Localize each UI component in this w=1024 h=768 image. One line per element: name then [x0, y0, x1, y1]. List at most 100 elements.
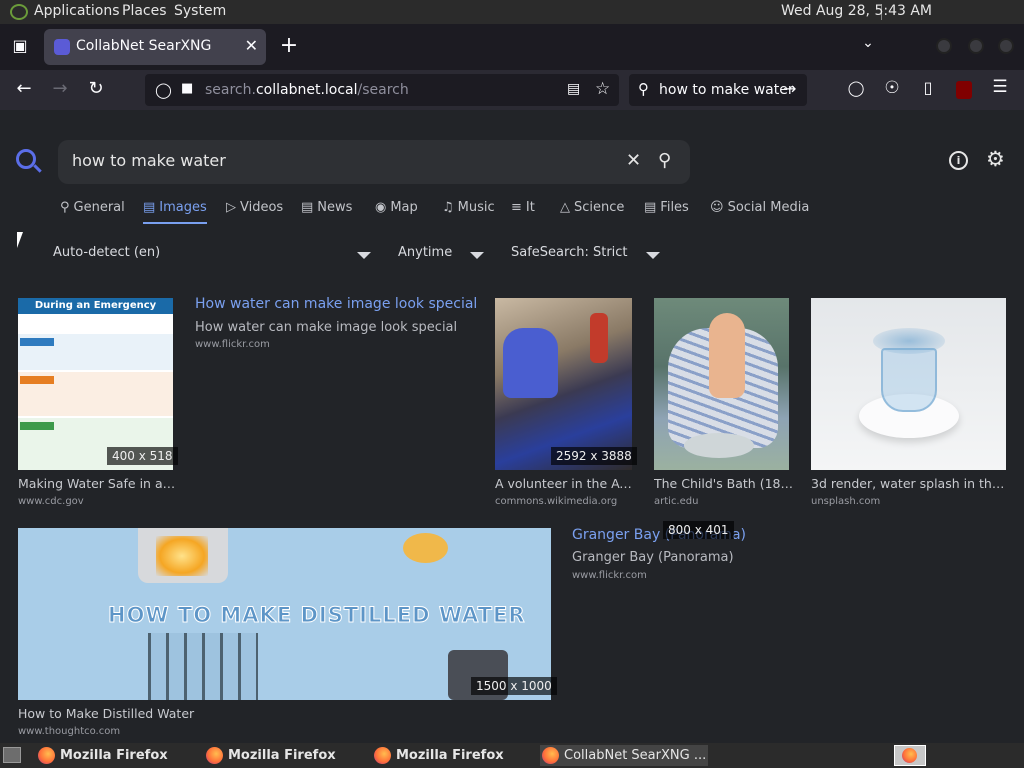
forward-arrow-icon[interactable]: →	[48, 78, 72, 99]
result-thumbnail-cdc[interactable]: During an Emergency	[18, 298, 173, 470]
browser-search-text[interactable]: how to make water	[659, 82, 794, 98]
firefox-icon	[374, 747, 391, 764]
pocket-icon[interactable]: ◯	[844, 79, 868, 97]
taskbar-item-firefox-3[interactable]: Mozilla Firefox	[372, 745, 536, 766]
image-dimensions: 1500 x 1000	[471, 677, 557, 695]
thumb-label-disinfect	[20, 376, 54, 384]
news-icon: ▤	[301, 200, 314, 215]
play-icon: ▷	[226, 200, 236, 215]
lock-icon[interactable]: ■	[181, 81, 193, 96]
ublock-icon[interactable]	[956, 81, 972, 99]
settings-gear-icon[interactable]: ⚙	[986, 147, 1005, 171]
close-tab-icon[interactable]: ✕	[245, 36, 258, 55]
thumb-flame	[156, 536, 208, 576]
tab-overview-icon[interactable]: ▣	[8, 36, 32, 55]
reload-icon[interactable]: ↻	[84, 78, 108, 99]
menu-system[interactable]: System	[174, 3, 226, 19]
tab-science[interactable]: △ Science	[560, 200, 624, 215]
result-thumbnail-childs-bath[interactable]	[654, 298, 789, 470]
safesearch-select[interactable]: SafeSearch: Strict	[511, 245, 628, 260]
result-url: www.flickr.com	[572, 570, 647, 581]
result-title[interactable]: How to Make Distilled Water	[18, 706, 258, 721]
thumb-figure-shirt	[503, 328, 558, 398]
map-pin-icon: ◉	[375, 200, 387, 215]
taskbar-item-firefox-2[interactable]: Mozilla Firefox	[204, 745, 368, 766]
active-tab-underline	[143, 222, 207, 224]
show-desktop-icon[interactable]	[3, 747, 21, 763]
result-title[interactable]: Making Water Safe in an …	[18, 476, 178, 491]
result-title[interactable]: The Child's Bath (18…	[654, 476, 794, 491]
tab-news[interactable]: ▤ News	[301, 200, 352, 215]
cube-icon: △	[560, 200, 570, 215]
thumb-splash	[873, 328, 945, 354]
menu-places[interactable]: Places	[122, 3, 167, 19]
image-dimensions: 400 x 518	[107, 447, 178, 465]
info-icon[interactable]: i	[949, 151, 968, 170]
mouse-cursor-icon	[17, 232, 23, 248]
extensions-icon[interactable]: ▯	[916, 78, 940, 97]
tab-videos[interactable]: ▷ Videos	[226, 200, 283, 215]
tab-strip: ▣ CollabNet SearXNG ✕ + ⌄	[0, 24, 1024, 70]
menu-applications[interactable]: Applications	[34, 3, 120, 19]
language-dropdown-caret-icon[interactable]	[357, 252, 371, 259]
result-description: How water can make image look special	[195, 320, 458, 335]
tab-map[interactable]: ◉ Map	[375, 200, 418, 215]
close-window-icon[interactable]	[998, 38, 1014, 54]
url-text[interactable]: search.collabnet.local/search	[205, 82, 409, 98]
shield-icon[interactable]: ◯	[155, 81, 172, 99]
result-title[interactable]: A volunteer in the Aw…	[495, 476, 635, 491]
result-link-title[interactable]: How water can make image look special	[195, 296, 477, 312]
query-input[interactable]: how to make water	[72, 151, 226, 170]
layers-icon: ≡	[511, 200, 522, 215]
tab-general[interactable]: ⚲ General	[60, 200, 125, 215]
thumb-campfire	[403, 533, 448, 563]
result-url: artic.edu	[654, 496, 699, 507]
query-input-box[interactable]: how to make water ✕ ⚲	[58, 140, 690, 184]
result-thumbnail-volunteer[interactable]	[495, 298, 632, 470]
result-thumbnail-distilled-water[interactable]: HOW TO MAKE DISTILLED WATER	[18, 528, 551, 700]
result-thumbnail-water-splash[interactable]	[811, 298, 1006, 470]
minimize-window-icon[interactable]	[936, 38, 952, 54]
clear-query-icon[interactable]: ✕	[626, 150, 641, 171]
time-range-select[interactable]: Anytime	[398, 245, 452, 260]
tab-music[interactable]: ♫ Music	[442, 200, 495, 215]
result-url: www.cdc.gov	[18, 496, 84, 507]
account-icon[interactable]: ☉	[880, 78, 904, 98]
search-submit-icon[interactable]: ⚲	[658, 150, 671, 171]
searxng-favicon-icon	[54, 39, 70, 55]
result-description: Granger Bay (Panorama)	[572, 550, 734, 565]
taskbar-item-collabnet[interactable]: CollabNet SearXNG ...	[540, 745, 708, 766]
browser-search-bar[interactable]: ⚲ how to make water →	[629, 74, 807, 106]
bookmark-star-icon[interactable]: ☆	[595, 79, 610, 99]
tab-social-media[interactable]: ☺ Social Media	[710, 200, 809, 215]
tab-files[interactable]: ▤ Files	[644, 200, 689, 215]
new-tab-icon[interactable]: +	[277, 33, 301, 58]
tab-images[interactable]: ▤ Images	[143, 200, 207, 224]
hamburger-menu-icon[interactable]: ☰	[988, 77, 1012, 97]
top-panel: Applications Places System Wed Aug 28, 5…	[0, 0, 1024, 24]
maximize-window-icon[interactable]	[968, 38, 984, 54]
reader-view-icon[interactable]: ▤	[567, 81, 580, 97]
image-dimensions: 2592 x 3888	[551, 447, 637, 465]
taskbar-item-firefox-1[interactable]: Mozilla Firefox	[36, 745, 200, 766]
app-menu-icon[interactable]	[10, 4, 28, 20]
back-arrow-icon[interactable]: ←	[12, 78, 36, 99]
music-icon: ♫	[442, 200, 454, 215]
tab-list-chevron-icon[interactable]: ⌄	[856, 35, 880, 51]
search-icon: ⚲	[60, 200, 70, 215]
url-bar[interactable]: ◯ ■ search.collabnet.local/search ▤ ☆	[145, 74, 619, 106]
tab-it[interactable]: ≡ It	[511, 200, 535, 215]
result-title[interactable]: 3d render, water splash in the s…	[811, 476, 1006, 491]
clock[interactable]: Wed Aug 28, 5:43 AM	[781, 3, 932, 19]
tab-title: CollabNet SearXNG	[76, 38, 212, 54]
thumb-header: During an Emergency	[18, 298, 173, 314]
go-arrow-icon[interactable]: →	[783, 79, 796, 98]
language-select[interactable]: Auto-detect (en)	[53, 245, 160, 260]
time-dropdown-caret-icon[interactable]	[470, 252, 484, 259]
search-icon: ⚲	[638, 80, 649, 98]
result-url: www.flickr.com	[195, 339, 270, 350]
files-icon: ▤	[644, 200, 657, 215]
thumb-label-filter	[20, 422, 54, 430]
tab-collabnet-searxng[interactable]: CollabNet SearXNG ✕	[44, 29, 266, 65]
safesearch-dropdown-caret-icon[interactable]	[646, 252, 660, 259]
